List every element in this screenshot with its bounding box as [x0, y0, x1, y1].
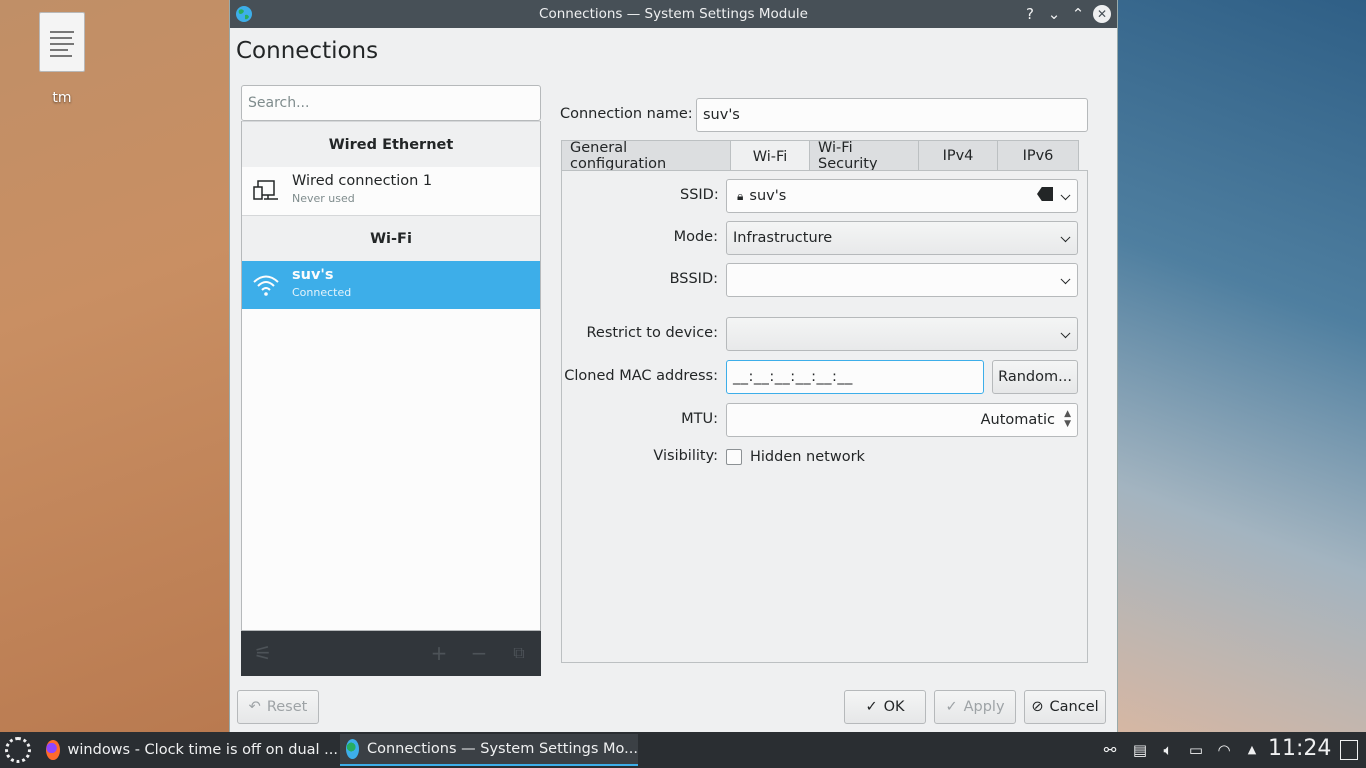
tab-wifi[interactable]: Wi-Fi	[730, 140, 810, 172]
tray-expand-icon[interactable]: ▲	[1242, 740, 1262, 760]
page-title: Connections	[236, 38, 379, 64]
ssid-label: SSID:	[680, 187, 719, 203]
hidden-network-option[interactable]: Hidden network	[726, 449, 865, 465]
task-firefox[interactable]: windows - Clock time is off on dual ...	[40, 734, 338, 766]
minimize-button[interactable]: ⌄	[1045, 4, 1063, 24]
group-header-wifi: Wi-Fi	[242, 215, 540, 261]
ok-button[interactable]: ✓ OK	[844, 690, 926, 724]
cancel-button[interactable]: ⊘ Cancel	[1024, 690, 1106, 724]
cloned-mac-label: Cloned MAC address:	[564, 368, 718, 384]
hidden-network-label: Hidden network	[750, 449, 865, 465]
close-button[interactable]: ✕	[1093, 5, 1111, 23]
configure-icon[interactable]: ⚟	[253, 643, 273, 663]
mtu-value: Automatic	[980, 412, 1055, 428]
clipboard-icon[interactable]: ▤	[1130, 740, 1150, 760]
check-icon: ✓	[945, 699, 958, 715]
clock[interactable]: 11:24	[1268, 736, 1331, 761]
text-file-icon	[39, 12, 85, 72]
connection-status: Never used	[292, 192, 355, 205]
random-mac-button[interactable]: Random...	[992, 360, 1078, 394]
task-label: windows - Clock time is off on dual ...	[67, 742, 338, 758]
bssid-label: BSSID:	[669, 271, 718, 287]
mode-select[interactable]: Infrastructure	[726, 221, 1078, 255]
settings-window: Connections — System Settings Module ? ⌄…	[229, 0, 1118, 732]
hidden-network-checkbox[interactable]	[726, 449, 742, 465]
task-label: Connections — System Settings Mo...	[366, 741, 638, 757]
ssid-value: suv's	[749, 188, 787, 204]
tab-general-configuration[interactable]: General configuration	[561, 140, 731, 172]
connection-list: Wired Ethernet Wired connection 1 Never …	[241, 121, 541, 631]
kdeconnect-icon[interactable]: ⚯	[1100, 740, 1120, 760]
desktop-background-right	[1118, 0, 1366, 732]
export-connection-button[interactable]: ⧉	[509, 643, 529, 663]
wifi-icon	[253, 275, 279, 296]
check-icon: ✓	[865, 699, 878, 715]
chevron-down-icon[interactable]	[1060, 274, 1071, 285]
ok-label: OK	[883, 699, 905, 715]
desktop-background-left	[0, 0, 230, 732]
lock-icon: 🔒︎	[737, 188, 744, 203]
list-item-wired-connection-1[interactable]: Wired connection 1 Never used	[242, 167, 540, 215]
maximize-button[interactable]: ⌃	[1069, 4, 1087, 24]
tab-ipv6[interactable]: IPv6	[997, 140, 1079, 171]
apply-label: Apply	[963, 699, 1005, 715]
chevron-down-icon	[1060, 232, 1071, 243]
connection-name: suv's	[292, 267, 334, 283]
connection-name-label: Connection name:	[560, 106, 693, 122]
reset-label: Reset	[266, 699, 308, 715]
group-header-wired: Wired Ethernet	[242, 121, 540, 167]
undo-icon: ↶	[248, 699, 261, 715]
volume-icon[interactable]: 🔈︎	[1158, 740, 1178, 760]
search-input[interactable]: Search...	[241, 85, 541, 121]
add-connection-button[interactable]: +	[429, 643, 449, 663]
mode-value: Infrastructure	[733, 230, 833, 246]
tab-bar: General configuration Wi-Fi Wi-Fi Securi…	[561, 140, 1079, 172]
tab-wifi-security[interactable]: Wi-Fi Security	[809, 140, 919, 172]
connection-name: Wired connection 1	[292, 173, 433, 189]
task-connections[interactable]: Connections — System Settings Mo...	[340, 734, 638, 766]
help-button[interactable]: ?	[1021, 4, 1039, 24]
mtu-spinbox[interactable]: Automatic ▲ ▼	[726, 403, 1078, 437]
taskbar: windows - Clock time is off on dual ... …	[0, 732, 1366, 768]
chevron-down-icon	[1060, 328, 1071, 339]
window-title: Connections — System Settings Module	[539, 6, 808, 22]
window-titlebar[interactable]: Connections — System Settings Module ? ⌄…	[230, 0, 1117, 28]
mtu-label: MTU:	[681, 411, 718, 427]
show-desktop-button[interactable]	[1340, 740, 1358, 760]
connection-name-field[interactable]: suv's	[696, 98, 1088, 132]
cancel-icon: ⊘	[1031, 699, 1044, 715]
tab-ipv4[interactable]: IPv4	[918, 140, 998, 171]
wifi-tray-icon[interactable]: ◠	[1214, 740, 1234, 760]
globe-icon	[236, 6, 252, 22]
mode-label: Mode:	[673, 229, 718, 245]
settings-globe-icon	[346, 739, 359, 759]
firefox-icon	[46, 740, 60, 760]
desktop-file-label: tm	[52, 90, 72, 106]
desktop-file-tm[interactable]: tm	[36, 12, 88, 106]
list-item-suvs[interactable]: suv's Connected	[242, 261, 540, 309]
restrict-device-select[interactable]	[726, 317, 1078, 351]
connection-status: Connected	[292, 286, 352, 299]
bssid-combo[interactable]	[726, 263, 1078, 297]
battery-icon[interactable]: ▭	[1186, 740, 1206, 760]
spin-arrows-icon[interactable]: ▲ ▼	[1064, 409, 1071, 429]
search-placeholder: Search...	[248, 95, 310, 111]
apply-button[interactable]: ✓ Apply	[934, 690, 1016, 724]
ssid-combo[interactable]: 🔒︎ suv's	[726, 179, 1078, 213]
app-launcher-icon[interactable]	[5, 737, 31, 763]
clear-text-icon[interactable]	[1037, 187, 1053, 201]
connection-name-value: suv's	[703, 107, 740, 123]
remove-connection-button[interactable]: −	[469, 643, 489, 663]
reset-button[interactable]: ↶ Reset	[237, 690, 319, 724]
cancel-label: Cancel	[1049, 699, 1099, 715]
restrict-device-label: Restrict to device:	[586, 325, 718, 341]
cloned-mac-value: __:__:__:__:__:__	[733, 369, 853, 385]
visibility-label: Visibility:	[653, 448, 718, 464]
chevron-down-icon[interactable]	[1060, 190, 1071, 201]
list-toolbar: ⚟ + − ⧉	[241, 631, 541, 676]
cloned-mac-input[interactable]: __:__:__:__:__:__	[726, 360, 984, 394]
wired-network-icon	[253, 180, 278, 200]
